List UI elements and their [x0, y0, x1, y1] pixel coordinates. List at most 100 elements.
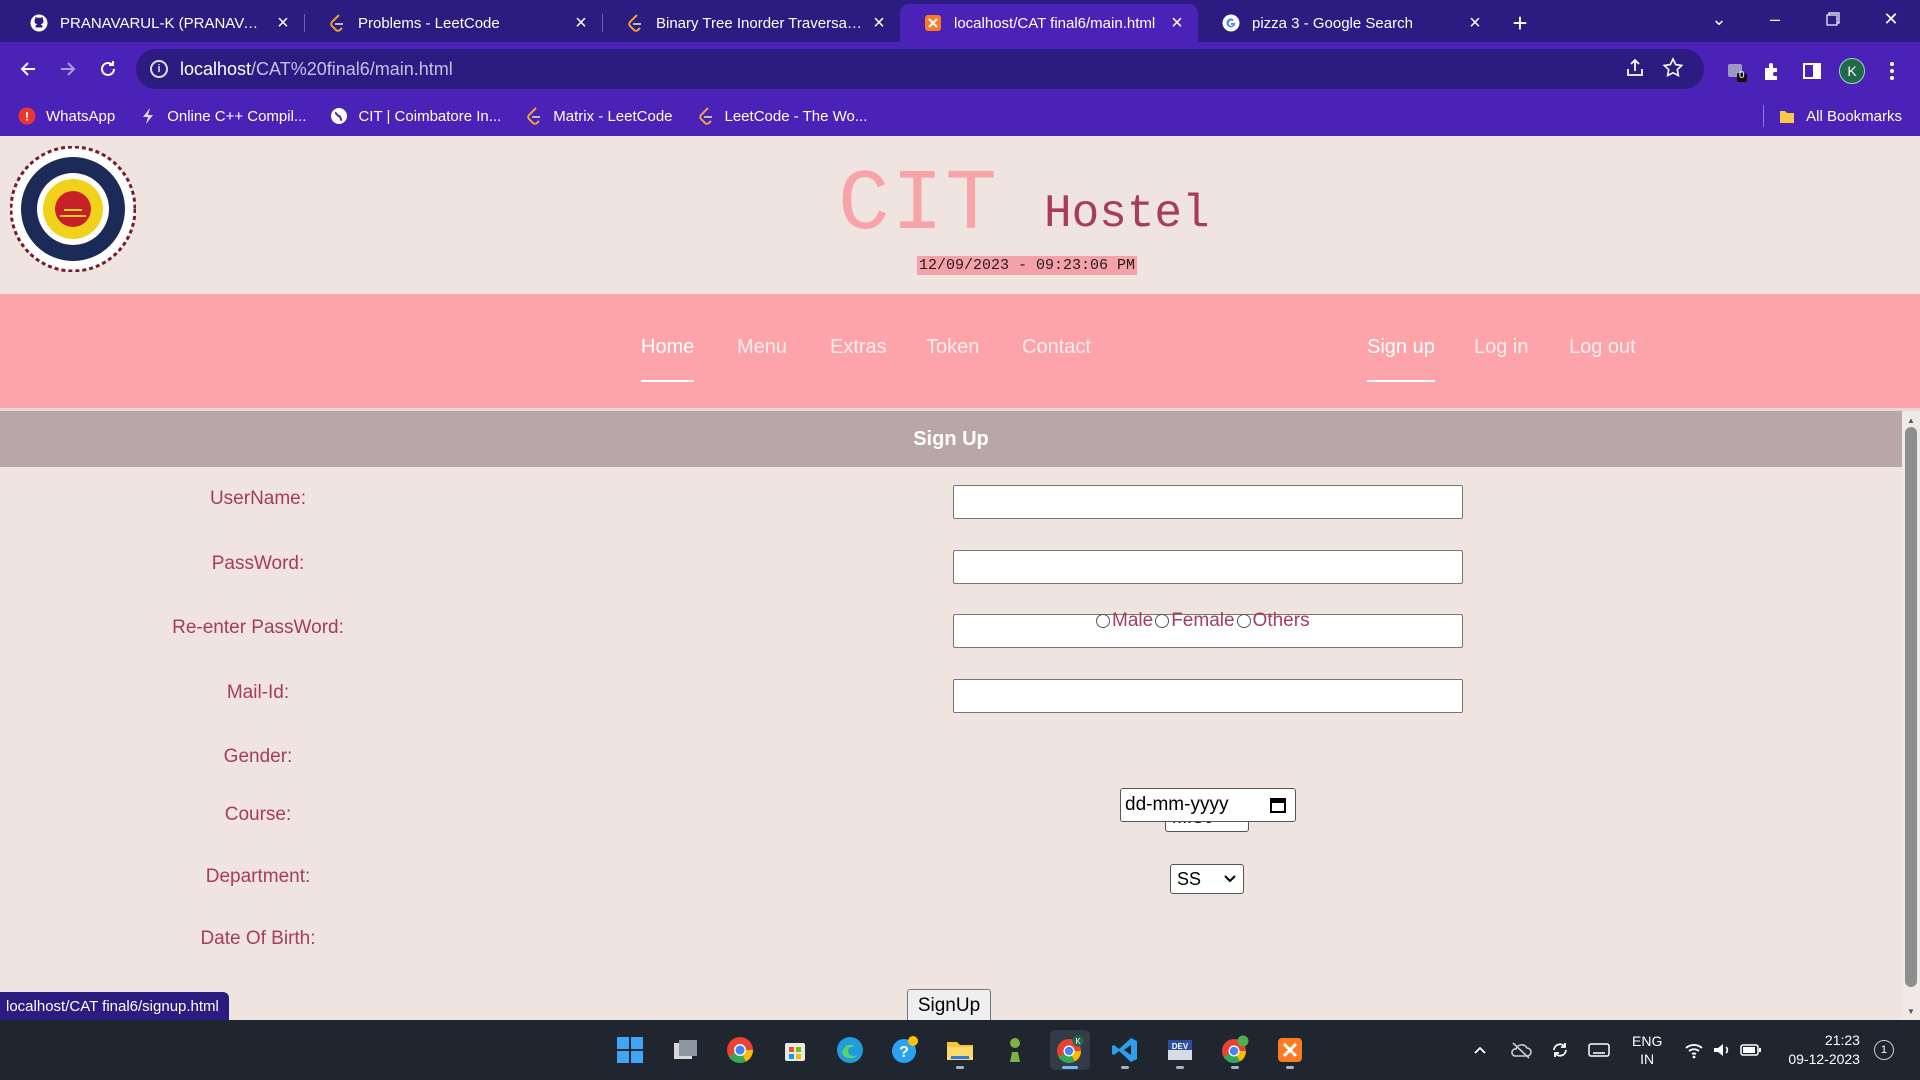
start-button[interactable] [610, 1030, 650, 1070]
cit-logo [10, 146, 136, 272]
task-view-button[interactable] [665, 1030, 705, 1070]
arrow-right-icon [61, 62, 76, 76]
site-info-icon[interactable]: i [150, 60, 168, 78]
back-button[interactable] [8, 49, 48, 89]
radio-male[interactable] [1096, 614, 1110, 628]
bolt-icon [139, 107, 157, 125]
taskbar-help[interactable]: ? [885, 1030, 925, 1070]
nav-sign-up[interactable]: Sign up [1367, 336, 1435, 382]
tab-google-search[interactable]: pizza 3 - Google Search × [1198, 4, 1496, 42]
system-tray: ENG IN 21:23 09-12-2023 1 [1472, 1020, 1894, 1080]
password-input[interactable] [953, 550, 1463, 584]
nav-log-out[interactable]: Log out [1569, 336, 1636, 359]
clock[interactable]: 21:23 09-12-2023 [1788, 1031, 1860, 1069]
department-select[interactable]: SS [1170, 864, 1244, 894]
task-view-icon [674, 1040, 697, 1059]
nav-extras[interactable]: Extras [830, 336, 887, 359]
close-icon[interactable]: × [272, 12, 294, 34]
gender-female-option[interactable]: Female [1155, 610, 1235, 632]
close-icon[interactable]: × [570, 12, 592, 34]
tab-leetcode-problems[interactable]: Problems - LeetCode × [304, 4, 602, 42]
nav-token[interactable]: Token [926, 336, 979, 359]
share-icon[interactable] [1624, 57, 1646, 79]
bookmark-matrix-leetcode[interactable]: Matrix - LeetCode [525, 107, 673, 125]
scrollbar-thumb[interactable] [1905, 427, 1917, 987]
browser-toolbar: i localhost/CAT%20final6/main.html [0, 42, 1920, 96]
signup-submit-button[interactable]: SignUp [907, 989, 991, 1020]
taskbar-vscode[interactable] [1105, 1030, 1145, 1070]
gender-radio-group: Male Female Others [1096, 610, 1312, 632]
taskbar-edge[interactable] [830, 1030, 870, 1070]
bookmark-cit[interactable]: CIT | Coimbatore In... [330, 107, 501, 125]
address-bar[interactable]: i localhost/CAT%20final6/main.html [136, 49, 1704, 89]
bookmark-leetcode-home[interactable]: LeetCode - The Wo... [697, 107, 867, 125]
extension-button[interactable]: 0 [1722, 57, 1750, 85]
keyboard-icon[interactable] [1588, 1042, 1610, 1058]
close-icon[interactable]: × [1166, 12, 1188, 34]
tab-localhost-main[interactable]: localhost/CAT final6/main.html × [900, 4, 1198, 42]
taskbar-file-explorer[interactable] [940, 1030, 980, 1070]
new-tab-button[interactable]: + [1500, 4, 1540, 42]
leetcode-icon [525, 107, 543, 125]
browser-menu-button[interactable] [1878, 57, 1906, 85]
tab-title: Problems - LeetCode [358, 14, 500, 32]
browser-tab-bar: PRANAVARUL-K (PRANAVARUL-K) × Problems -… [0, 0, 1920, 42]
tab-leetcode-binary-tree[interactable]: Binary Tree Inorder Traversal - LeetCode… [602, 4, 900, 42]
taskbar-store[interactable] [775, 1030, 815, 1070]
taskbar-chrome-second-profile[interactable] [1215, 1030, 1255, 1070]
nav-log-in[interactable]: Log in [1474, 336, 1529, 359]
whatsapp-icon: ! [18, 107, 36, 125]
sync-icon[interactable] [1550, 1040, 1570, 1060]
bookmark-online-cpp[interactable]: Online C++ Compil... [139, 107, 306, 125]
nav-menu[interactable]: Menu [737, 336, 787, 359]
gender-others-option[interactable]: Others [1236, 610, 1310, 632]
nav-contact[interactable]: Contact [1022, 336, 1091, 359]
close-window-button[interactable]: ✕ [1862, 0, 1920, 38]
reload-button[interactable] [88, 49, 128, 89]
radio-female[interactable] [1155, 614, 1170, 628]
current-datetime: 12/09/2023 - 09:23:06 PM [917, 256, 1138, 275]
puzzle-icon [1765, 63, 1777, 80]
chevron-down-icon [1224, 875, 1236, 883]
radio-others[interactable] [1236, 614, 1251, 628]
close-icon[interactable]: × [868, 12, 890, 34]
side-panel-icon [1803, 63, 1821, 79]
star-icon[interactable] [1662, 57, 1684, 79]
reenter-password-label: Re-enter PassWord: [172, 617, 344, 638]
taskbar-dev-cpp[interactable]: DEV [1160, 1030, 1200, 1070]
username-input[interactable] [953, 485, 1463, 519]
battery-icon[interactable] [1740, 1043, 1762, 1057]
all-bookmarks-button[interactable]: All Bookmarks [1763, 96, 1902, 136]
volume-icon[interactable] [1712, 1041, 1732, 1059]
leetcode-icon [626, 14, 644, 32]
taskbar-chrome-profile[interactable]: K [1050, 1030, 1090, 1070]
bookmark-whatsapp[interactable]: ! WhatsApp [18, 107, 115, 125]
gender-male-option[interactable]: Male [1096, 610, 1153, 632]
minimize-button[interactable]: – [1746, 0, 1804, 38]
extensions-button[interactable] [1758, 57, 1786, 85]
taskbar-chrome[interactable] [720, 1030, 760, 1070]
forward-button[interactable] [48, 49, 88, 89]
mail-input[interactable] [953, 679, 1463, 713]
close-icon[interactable]: × [1464, 12, 1486, 34]
calendar-icon[interactable] [1269, 796, 1287, 814]
language-indicator[interactable]: ENG IN [1632, 1032, 1662, 1068]
taskbar-xampp[interactable] [1270, 1030, 1310, 1070]
page-scrollbar[interactable]: ▲ ▼ [1902, 411, 1920, 1020]
nav-home[interactable]: Home [641, 336, 695, 382]
wifi-icon[interactable] [1684, 1041, 1704, 1059]
dob-date-input[interactable]: dd-mm-yyyy [1120, 788, 1296, 822]
side-panel-button[interactable] [1798, 57, 1826, 85]
scroll-down-arrow[interactable]: ▼ [1902, 1004, 1920, 1018]
cloud-off-icon[interactable] [1510, 1041, 1532, 1059]
taskbar-chess[interactable] [995, 1030, 1035, 1070]
tab-search-button[interactable]: ⌄ [1690, 0, 1748, 38]
restore-button[interactable] [1804, 0, 1862, 38]
xampp-icon [1278, 1038, 1302, 1062]
chevron-up-icon[interactable] [1472, 1042, 1488, 1058]
folder-icon [1780, 111, 1795, 123]
scroll-up-arrow[interactable]: ▲ [1902, 413, 1920, 427]
profile-button[interactable]: K [1838, 57, 1866, 85]
tab-github[interactable]: PRANAVARUL-K (PRANAVARUL-K) × [6, 4, 304, 42]
notification-badge[interactable]: 1 [1873, 1040, 1894, 1060]
